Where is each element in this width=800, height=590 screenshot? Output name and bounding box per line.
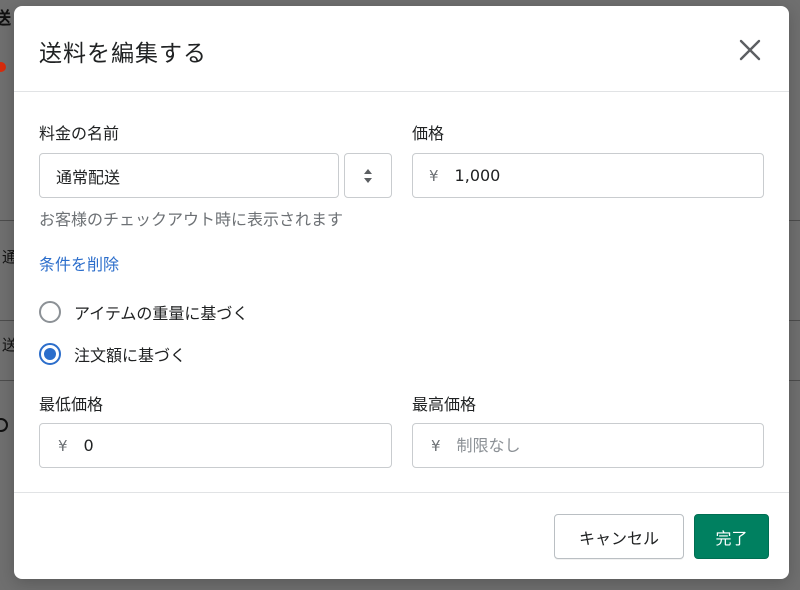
close-icon bbox=[739, 39, 761, 61]
rate-name-selector-button[interactable] bbox=[344, 153, 392, 198]
rate-name-help-text: お客様のチェックアウト時に表示されます bbox=[39, 210, 344, 229]
close-button[interactable] bbox=[736, 36, 764, 64]
max-price-field-wrapper: ¥ bbox=[412, 423, 764, 468]
price-label: 価格 bbox=[412, 124, 445, 143]
up-down-arrows-icon bbox=[364, 168, 372, 183]
modal-footer: キャンセル 完了 bbox=[14, 492, 789, 579]
min-price-input[interactable] bbox=[83, 424, 391, 467]
modal-title: 送料を編集する bbox=[39, 41, 207, 67]
edit-shipping-rate-modal: 送料を編集する 料金の名前 お客様のチェックアウト時に表示されます 価格 ¥ 条… bbox=[14, 6, 789, 579]
cancel-button[interactable]: キャンセル bbox=[554, 514, 684, 559]
rate-name-input[interactable] bbox=[56, 154, 338, 197]
currency-prefix: ¥ bbox=[431, 436, 441, 455]
rate-name-field-wrapper bbox=[39, 153, 339, 198]
rate-name-label: 料金の名前 bbox=[39, 124, 120, 143]
max-price-input[interactable] bbox=[456, 424, 763, 467]
radio-label: アイテムの重量に基づく bbox=[74, 304, 249, 323]
currency-prefix: ¥ bbox=[429, 166, 439, 185]
background-error-dot bbox=[0, 62, 6, 72]
min-price-label: 最低価格 bbox=[39, 395, 104, 414]
done-button[interactable]: 完了 bbox=[694, 514, 769, 559]
modal-header: 送料を編集する bbox=[14, 6, 789, 92]
radio-label: 注文額に基づく bbox=[74, 346, 187, 365]
condition-option-weight[interactable]: アイテムの重量に基づく bbox=[39, 300, 248, 324]
remove-conditions-link[interactable]: 条件を削除 bbox=[39, 251, 119, 275]
radio-button[interactable] bbox=[39, 301, 61, 323]
price-field-wrapper: ¥ bbox=[412, 153, 764, 198]
background-page-title: 送 bbox=[0, 9, 11, 29]
currency-prefix: ¥ bbox=[58, 436, 68, 455]
min-price-field-wrapper: ¥ bbox=[39, 423, 392, 468]
radio-button-checked[interactable] bbox=[39, 343, 61, 365]
background-add-icon bbox=[0, 418, 8, 432]
price-input[interactable] bbox=[454, 154, 763, 197]
max-price-label: 最高価格 bbox=[412, 395, 477, 414]
condition-option-order-amount[interactable]: 注文額に基づく bbox=[39, 342, 186, 366]
